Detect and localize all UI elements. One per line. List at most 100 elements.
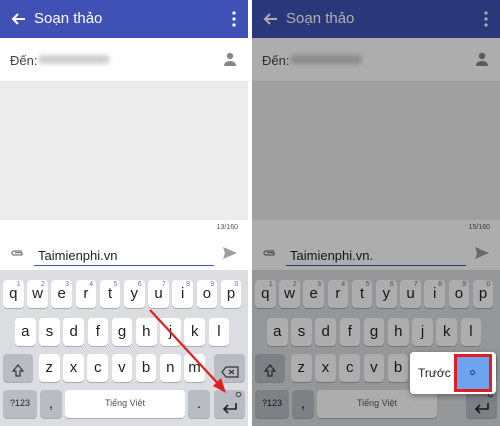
key-l-label: l <box>217 323 221 340</box>
shift-key[interactable] <box>3 354 33 382</box>
key-m[interactable]: m <box>184 354 205 382</box>
key-r[interactable]: r4 <box>327 280 349 308</box>
message-input[interactable]: Taimienphi.vn. <box>290 248 373 263</box>
key-z[interactable]: z <box>291 354 312 382</box>
enter-key[interactable] <box>214 390 245 418</box>
char-counter: 13/160 <box>216 224 238 231</box>
key-p[interactable]: p0 <box>472 280 494 308</box>
key-m-label: m <box>188 359 201 376</box>
key-n[interactable]: n <box>160 354 181 382</box>
enter-key[interactable] <box>466 390 497 418</box>
key-a[interactable]: a <box>267 318 288 346</box>
key-u[interactable]: u7 <box>148 280 169 308</box>
key-s-label: s <box>45 323 54 340</box>
key-z[interactable]: z <box>39 354 60 382</box>
key-o[interactable]: o9 <box>196 280 218 308</box>
key-f[interactable]: f <box>87 318 109 346</box>
previous-option[interactable]: Trước <box>418 366 451 380</box>
key-o[interactable]: o9 <box>448 280 470 308</box>
key-q[interactable]: q1 <box>255 280 276 308</box>
key-t[interactable]: t5 <box>99 280 121 308</box>
key-r-hint: 4 <box>341 281 346 288</box>
key-c[interactable]: c <box>87 354 108 382</box>
backspace-key[interactable] <box>214 354 245 382</box>
key-u[interactable]: u7 <box>400 280 421 308</box>
key-y[interactable]: y6 <box>376 280 397 308</box>
key-s[interactable]: s <box>291 318 312 346</box>
key-y[interactable]: y6 <box>124 280 145 308</box>
send-icon[interactable] <box>474 246 490 260</box>
comma-key[interactable]: , <box>292 390 314 418</box>
person-icon[interactable] <box>474 51 490 67</box>
key-p-hint: 0 <box>234 281 239 288</box>
key-g[interactable]: g <box>111 318 133 346</box>
person-icon[interactable] <box>222 51 238 67</box>
key-w[interactable]: w2 <box>27 280 48 308</box>
key-q[interactable]: q1 <box>3 280 24 308</box>
paperclip-icon[interactable] <box>10 248 24 258</box>
key-w[interactable]: w2 <box>279 280 300 308</box>
key-a[interactable]: a <box>15 318 36 346</box>
comma-key-label: , <box>48 395 54 412</box>
key-d[interactable]: d <box>63 318 84 346</box>
key-n-label: n <box>166 359 175 376</box>
send-icon[interactable] <box>222 246 238 260</box>
symbols-key[interactable]: ?123 <box>255 390 289 418</box>
key-v-label: v <box>118 359 126 376</box>
key-u-hint: 7 <box>161 281 166 288</box>
message-input[interactable]: Taimienphi.vn <box>38 248 118 263</box>
key-s[interactable]: s <box>39 318 60 346</box>
key-r[interactable]: r4 <box>75 280 97 308</box>
key-t[interactable]: t5 <box>351 280 373 308</box>
period-key[interactable]: . <box>188 390 210 418</box>
key-w-hint: 2 <box>292 281 297 288</box>
char-counter: 15/160 <box>468 224 490 231</box>
key-x-label: x <box>321 359 330 376</box>
key-v[interactable]: v <box>111 354 133 382</box>
symbols-key[interactable]: ?123 <box>3 390 37 418</box>
recipient-row[interactable]: Đến: <box>252 38 500 82</box>
key-j[interactable]: j <box>412 318 433 346</box>
key-j[interactable]: j <box>160 318 181 346</box>
key-b[interactable]: b <box>135 354 157 382</box>
key-h[interactable]: h <box>388 318 409 346</box>
key-l[interactable]: l <box>460 318 482 346</box>
key-e[interactable]: e3 <box>303 280 324 308</box>
key-x[interactable]: x <box>315 354 336 382</box>
key-c[interactable]: c <box>339 354 360 382</box>
key-x[interactable]: x <box>63 354 84 382</box>
key-l[interactable]: l <box>208 318 230 346</box>
key-e[interactable]: e3 <box>51 280 72 308</box>
key-b[interactable]: b <box>387 354 409 382</box>
key-k[interactable]: k <box>184 318 205 346</box>
key-i-hint: 8 <box>186 281 190 288</box>
key-k[interactable]: k <box>436 318 457 346</box>
recipient-row[interactable]: Đến: <box>0 38 248 82</box>
input-underline <box>34 265 214 266</box>
key-r-hint: 4 <box>89 281 94 288</box>
key-j-label: j <box>168 323 173 340</box>
key-x-label: x <box>69 359 78 376</box>
key-t-hint: 5 <box>365 281 370 288</box>
key-r-label: r <box>335 285 341 302</box>
key-d-label: d <box>69 323 78 340</box>
key-q-hint: 1 <box>268 281 273 288</box>
key-i[interactable]: i8 <box>172 280 193 308</box>
paperclip-icon[interactable] <box>262 248 276 258</box>
space-key[interactable]: Tiếng Việt <box>65 390 185 418</box>
shift-key[interactable] <box>255 354 285 382</box>
more-vert-icon[interactable] <box>484 11 488 27</box>
key-d[interactable]: d <box>315 318 336 346</box>
key-h[interactable]: h <box>136 318 157 346</box>
more-vert-icon[interactable] <box>232 11 236 27</box>
key-i[interactable]: i8 <box>424 280 445 308</box>
key-p[interactable]: p0 <box>220 280 242 308</box>
back-arrow-icon[interactable] <box>10 11 26 27</box>
space-key[interactable]: Tiếng Việt <box>317 390 437 418</box>
back-arrow-icon[interactable] <box>262 11 278 27</box>
key-v[interactable]: v <box>363 354 385 382</box>
comma-key[interactable]: , <box>40 390 62 418</box>
key-i-label: i <box>433 285 437 302</box>
key-g[interactable]: g <box>363 318 385 346</box>
key-f[interactable]: f <box>339 318 361 346</box>
